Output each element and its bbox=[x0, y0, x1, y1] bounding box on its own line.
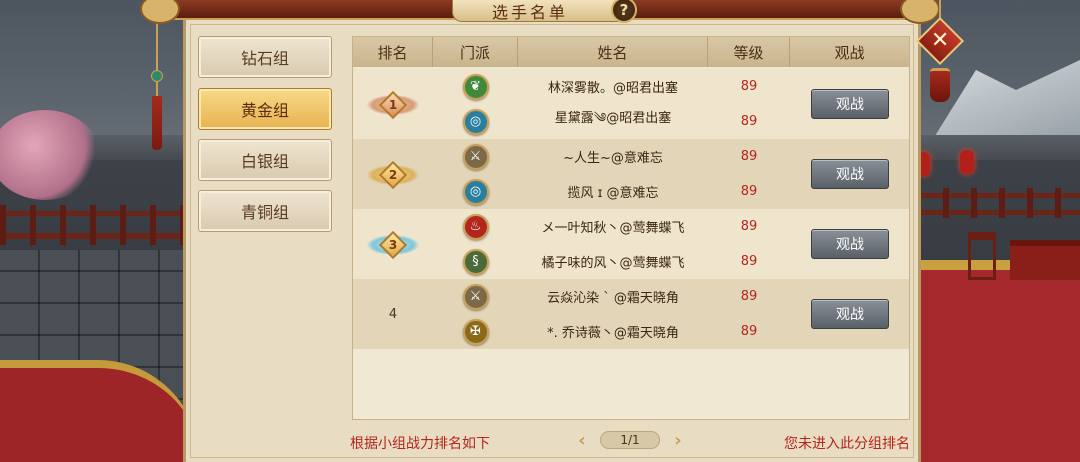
player-name: 揽风 ɪ @意难忘 bbox=[567, 186, 659, 201]
tab-silver-group[interactable]: 白银组 bbox=[198, 139, 332, 181]
snake-sect-icon: § bbox=[462, 248, 489, 275]
header-rank: 排名 bbox=[353, 37, 433, 67]
player-level: 89 bbox=[740, 254, 758, 269]
tab-label: 钻石组 bbox=[240, 49, 289, 68]
tab-label: 白银组 bbox=[240, 152, 289, 171]
tab-bronze-group[interactable]: 青铜组 bbox=[198, 190, 332, 232]
close-icon: ✕ bbox=[930, 28, 950, 53]
title-plate: 选手名单 bbox=[452, 0, 628, 22]
team-group-1: 1 ❦ 林深雾散。@昭君出塞 89 ◎ 星黛露༄@昭君出塞 89 观战 bbox=[353, 69, 909, 139]
player-level: 89 bbox=[740, 219, 758, 234]
player-level: 89 bbox=[740, 184, 758, 199]
window-title: 选手名单 bbox=[491, 2, 568, 22]
ranking-note: 根据小组战力排名如下 bbox=[350, 436, 490, 452]
player-name: 橘子味的风丶@莺舞蝶飞 bbox=[541, 256, 685, 271]
header-watch: 观战 bbox=[834, 43, 865, 62]
team-group-3: 3 ♨ メ一叶知秋丶@莺舞蝶飞 89 § 橘子味的风丶@莺舞蝶飞 89 观战 bbox=[353, 209, 909, 279]
player-name: ~人生~@意难忘 bbox=[563, 151, 663, 166]
cross-sect-icon: ✠ bbox=[462, 318, 489, 345]
ring-sect-icon: ◎ bbox=[462, 108, 489, 135]
header-level: 等级 bbox=[708, 37, 790, 67]
player-level: 89 bbox=[740, 324, 758, 339]
chair bbox=[968, 232, 996, 280]
tab-diamond-group[interactable]: 钻石组 bbox=[198, 36, 332, 78]
watch-button[interactable]: 观战 bbox=[811, 159, 889, 189]
player-level: 89 bbox=[740, 114, 758, 129]
lantern bbox=[960, 150, 974, 174]
tassel-cord bbox=[156, 10, 158, 110]
ranking-table: 排名 门派 姓名 等级 观战 1 ❦ 林深雾散。@昭君出塞 89 ◎ 星黛露༄@… bbox=[352, 36, 910, 420]
next-page-button[interactable]: › bbox=[668, 429, 688, 451]
page-indicator: 1/1 bbox=[600, 431, 660, 449]
player-name: 星黛露༄@昭君出塞 bbox=[554, 111, 672, 126]
leaf-sect-icon: ❦ bbox=[462, 73, 489, 100]
player-level: 89 bbox=[740, 149, 758, 164]
player-name: 林深雾散。@昭君出塞 bbox=[547, 81, 678, 96]
charm-ornament bbox=[930, 68, 950, 102]
red-carpet-right bbox=[915, 260, 1080, 462]
player-level: 89 bbox=[740, 289, 758, 304]
player-name: メ一叶知秋丶@莺舞蝶飞 bbox=[541, 221, 685, 236]
right-railing bbox=[915, 188, 1080, 218]
tassel-bead bbox=[151, 70, 163, 82]
red-table bbox=[1010, 240, 1080, 280]
player-name: *. 乔诗薇丶@霜天晓角 bbox=[547, 326, 679, 341]
team-group-4: 4 ⚔ 云焱沁染 ` @霜天晓角 89 ✠ *. 乔诗薇丶@霜天晓角 89 观战 bbox=[353, 279, 909, 349]
tassel-tail bbox=[152, 96, 162, 150]
watch-button[interactable]: 观战 bbox=[811, 89, 889, 119]
prev-page-button[interactable]: ‹ bbox=[572, 429, 592, 451]
sword-sect-icon: ⚔ bbox=[462, 283, 489, 310]
watch-button[interactable]: 观战 bbox=[811, 299, 889, 329]
player-level: 89 bbox=[740, 79, 758, 94]
header-sect: 门派 bbox=[433, 37, 518, 67]
team-group-2: 2 ⚔ ~人生~@意难忘 89 ◎ 揽风 ɪ @意难忘 89 观战 bbox=[353, 139, 909, 209]
tab-gold-group[interactable]: 黄金组 bbox=[198, 88, 332, 130]
flame-sect-icon: ♨ bbox=[462, 213, 489, 240]
sword-sect-icon: ⚔ bbox=[462, 143, 489, 170]
left-railing bbox=[0, 205, 190, 245]
header-name: 姓名 bbox=[518, 37, 708, 67]
tab-label: 青铜组 bbox=[240, 203, 289, 222]
watch-button[interactable]: 观战 bbox=[811, 229, 889, 259]
ring-sect-icon: ◎ bbox=[462, 178, 489, 205]
own-rank-status: 您未进入此分组排名 bbox=[784, 436, 910, 452]
roster-panel: 钻石组 黄金组 白银组 青铜组 排名 门派 姓名 等级 观战 1 ❦ 林深雾散。… bbox=[183, 20, 921, 462]
table-header: 排名 门派 姓名 等级 观战 bbox=[353, 37, 909, 67]
player-name: 云焱沁染 ` @霜天晓角 bbox=[547, 291, 679, 306]
tab-label: 黄金组 bbox=[240, 101, 289, 120]
